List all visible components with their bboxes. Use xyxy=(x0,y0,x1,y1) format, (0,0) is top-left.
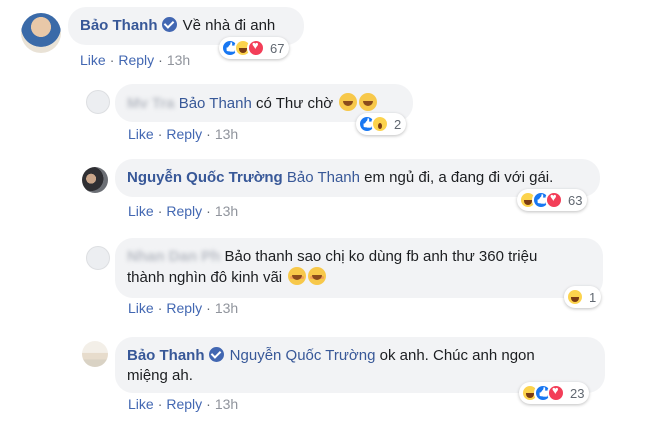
reaction-summary[interactable]: 63 xyxy=(517,189,588,211)
separator: · xyxy=(109,52,115,68)
comment-4: Nhan Dan Ph Bảo thanh sao chị ko dùng fb… xyxy=(0,234,650,329)
laughing-emoji-icon xyxy=(339,93,358,111)
separator: · xyxy=(157,203,163,219)
avatar[interactable] xyxy=(82,167,108,193)
comment-5: Bảo Thanh Nguyễn Quốc Trường ok anh. Chú… xyxy=(0,333,650,424)
laughing-emoji-icon xyxy=(359,93,378,111)
comment-text-line2: miệng ah. xyxy=(127,367,193,384)
avatar[interactable] xyxy=(21,13,61,53)
reaction-summary[interactable]: 2 xyxy=(356,113,407,135)
love-reaction-icon xyxy=(247,39,265,57)
like-button[interactable]: Like xyxy=(80,52,106,68)
like-button[interactable]: Like xyxy=(128,126,154,142)
comment-2: Mv Tra Bảo Thanh có Thư chờ 2 Like·Reply… xyxy=(0,80,650,150)
separator: · xyxy=(157,396,163,412)
timestamp[interactable]: 13h xyxy=(215,203,238,219)
comment-text-line2: thành nghìn đô kinh vãi xyxy=(127,269,283,286)
reaction-count: 63 xyxy=(568,192,583,208)
comment-1: Bảo Thanh Về nhà đi anh 67 Like·Reply·13… xyxy=(0,0,650,70)
comment-text-line1: Bảo thanh sao chị ko dùng fb anh thư 360… xyxy=(224,248,538,265)
timestamp[interactable]: 13h xyxy=(215,396,238,412)
comment-text: có Thư chờ xyxy=(256,95,334,112)
avatar[interactable] xyxy=(86,246,110,270)
smiling-emoji-icon xyxy=(288,267,307,285)
avatar[interactable] xyxy=(86,90,110,114)
wow-reaction-icon xyxy=(371,115,389,133)
like-button[interactable]: Like xyxy=(128,396,154,412)
reply-button[interactable]: Reply xyxy=(166,203,202,219)
love-reaction-icon xyxy=(547,384,565,402)
mention-link[interactable]: Bảo Thanh xyxy=(179,95,252,112)
haha-reaction-icon xyxy=(566,288,584,306)
reaction-count: 1 xyxy=(589,289,597,305)
mention-link[interactable]: Bảo Thanh xyxy=(287,169,360,186)
reaction-count: 23 xyxy=(570,385,585,401)
timestamp[interactable]: 13h xyxy=(167,52,190,68)
separator: · xyxy=(206,396,211,412)
comment-actions: Like · Reply · 13h xyxy=(128,203,238,219)
smiling-emoji-icon xyxy=(308,267,327,285)
comment-actions: Like · Reply · 13h xyxy=(80,52,190,68)
comment-text-line1: ok anh. Chúc anh ngon xyxy=(379,347,535,364)
separator: · xyxy=(157,126,163,142)
reaction-count: 67 xyxy=(270,40,285,56)
comment-author[interactable]: Nguyễn Quốc Trường xyxy=(127,169,283,186)
like-button[interactable]: Like xyxy=(128,300,154,316)
comment-actions: Like · Reply · 13h xyxy=(128,126,238,142)
verified-badge-icon xyxy=(161,17,177,32)
reaction-count: 2 xyxy=(394,116,402,132)
comment-actions: Like · Reply · 13h xyxy=(128,300,238,316)
comment-text: Về nhà đi anh xyxy=(182,17,276,34)
separator: · xyxy=(158,52,163,68)
comment-bubble: Nhan Dan Ph Bảo thanh sao chị ko dùng fb… xyxy=(115,238,603,298)
verified-badge-icon xyxy=(208,347,224,362)
comment-author[interactable]: Bảo Thanh xyxy=(127,347,205,364)
reply-button[interactable]: Reply xyxy=(166,300,202,316)
love-reaction-icon xyxy=(545,191,563,209)
like-button[interactable]: Like xyxy=(128,203,154,219)
reaction-summary[interactable]: 23 xyxy=(519,382,590,404)
separator: · xyxy=(206,203,211,219)
mention-link[interactable]: Nguyễn Quốc Trường xyxy=(230,347,376,364)
comment-author[interactable]: Mv Tra xyxy=(127,95,175,112)
comment-author[interactable]: Bảo Thanh xyxy=(80,17,158,34)
timestamp[interactable]: 13h xyxy=(215,126,238,142)
reply-button[interactable]: Reply xyxy=(166,396,202,412)
comment-author[interactable]: Nhan Dan Ph xyxy=(127,248,220,265)
reaction-summary[interactable]: 67 xyxy=(219,37,290,59)
reply-button[interactable]: Reply xyxy=(166,126,202,142)
avatar[interactable] xyxy=(82,341,108,367)
separator: · xyxy=(157,300,163,316)
separator: · xyxy=(206,126,211,142)
separator: · xyxy=(206,300,211,316)
timestamp[interactable]: 13h xyxy=(215,300,238,316)
reaction-summary[interactable]: 1 xyxy=(564,286,602,308)
comment-text: em ngủ đi, a đang đi với gái. xyxy=(364,169,554,186)
comment-3: Nguyễn Quốc Trường Bảo Thanh em ngủ đi, … xyxy=(0,155,650,230)
comment-actions: Like · Reply · 13h xyxy=(128,396,238,412)
reply-button[interactable]: Reply xyxy=(118,52,154,68)
